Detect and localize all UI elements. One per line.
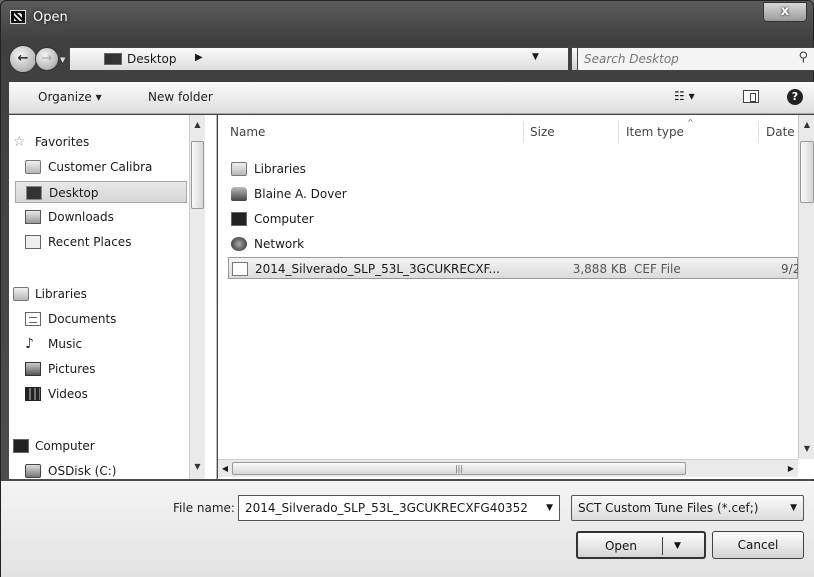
scroll-up-icon[interactable]: ▲ <box>190 117 205 133</box>
split-divider <box>662 537 663 555</box>
change-view-icon[interactable]: ☷ ▾ <box>674 89 695 103</box>
file-name-input[interactable]: 2014_Silverado_SLP_53L_3GCUKRECXFG40352 … <box>238 495 560 521</box>
videos-icon <box>25 387 41 401</box>
search-input[interactable] <box>584 51 784 67</box>
app-icon <box>10 10 26 24</box>
column-divider[interactable] <box>618 121 619 143</box>
network-icon <box>231 237 247 251</box>
list-item[interactable]: Computer <box>228 208 798 230</box>
sidebar-item-videos[interactable]: Videos <box>9 383 199 405</box>
disk-icon <box>25 464 41 478</box>
address-dropdown-icon[interactable]: ▼ <box>532 52 539 62</box>
documents-icon <box>25 312 41 326</box>
help-icon[interactable]: ? <box>787 89 803 105</box>
sidebar-item-libraries[interactable]: Libraries <box>9 283 199 305</box>
sidebar-item-documents[interactable]: Documents <box>9 308 199 330</box>
column-header-size[interactable]: Size <box>530 125 555 139</box>
sidebar-item-music[interactable]: ♪ Music <box>9 333 199 355</box>
address-bar[interactable]: Desktop ▶ ▼ <box>69 47 569 71</box>
search-icon[interactable]: ⚲ <box>798 50 808 65</box>
column-divider[interactable] <box>758 121 759 143</box>
recent-places-icon <box>25 235 41 249</box>
file-list-vscrollbar[interactable]: ▲ ▼ <box>798 115 814 459</box>
star-icon: ☆ <box>13 134 26 150</box>
sidebar-item-osdisk[interactable]: OSDisk (C:) <box>9 460 199 482</box>
sidebar-item-computer[interactable]: Computer <box>9 435 199 457</box>
libraries-icon <box>13 287 29 301</box>
list-item[interactable]: Network <box>228 233 798 255</box>
computer-icon <box>13 439 29 453</box>
navigation-pane: ☆ Favorites Customer Calibra Desktop Dow… <box>9 115 217 479</box>
title-bar[interactable]: Open x <box>1 1 814 35</box>
file-type-filter-value[interactable]: SCT Custom Tune Files (*.cef;) <box>578 501 758 515</box>
recent-locations-dropdown[interactable]: ▼ <box>60 56 65 64</box>
scroll-down-icon[interactable]: ▼ <box>799 441 814 457</box>
open-options-dropdown-icon[interactable]: ▼ <box>674 533 681 559</box>
music-icon: ♪ <box>25 336 34 352</box>
back-button[interactable]: ← <box>9 45 37 73</box>
breadcrumb-chevron-icon[interactable]: ▶ <box>195 52 203 63</box>
sidebar-item-downloads[interactable]: Downloads <box>9 206 199 228</box>
pictures-icon <box>25 362 41 376</box>
sort-ascending-icon: ^ <box>687 118 694 127</box>
computer-icon <box>231 212 247 226</box>
organize-button[interactable]: Organize ▾ <box>38 90 102 104</box>
file-type-filter-select[interactable]: SCT Custom Tune Files (*.cef;) ▼ <box>571 495 804 521</box>
sidebar-item-desktop[interactable]: Desktop <box>15 181 187 203</box>
open-button-label[interactable]: Open <box>590 533 652 559</box>
column-header-item-type[interactable]: Item type <box>626 125 684 139</box>
close-button[interactable]: x <box>763 2 807 22</box>
desktop-icon <box>26 186 42 200</box>
new-folder-button[interactable]: New folder <box>148 90 213 104</box>
breadcrumb-desktop[interactable]: Desktop <box>127 52 177 66</box>
file-icon <box>232 262 248 276</box>
list-item[interactable]: Libraries <box>228 158 798 180</box>
sidebar-item-pictures[interactable]: Pictures <box>9 358 199 380</box>
libraries-icon <box>231 162 247 176</box>
sidebar-scrollbar[interactable]: ▲ ▼ <box>189 115 205 479</box>
sidebar-item-recent-places[interactable]: Recent Places <box>9 231 199 253</box>
cancel-button[interactable]: Cancel <box>712 531 804 559</box>
window-title: Open <box>33 10 68 25</box>
user-icon <box>231 187 247 201</box>
forward-button[interactable]: → <box>35 47 59 71</box>
scroll-down-icon[interactable]: ▼ <box>190 459 205 475</box>
file-list-hscrollbar[interactable]: ◀ ||| ▶ <box>218 459 798 477</box>
sidebar-item-favorites[interactable]: ☆ Favorites <box>9 131 199 153</box>
sidebar-item-customer-calibra[interactable]: Customer Calibra <box>9 156 199 178</box>
scroll-left-icon[interactable]: ◀ <box>218 460 232 478</box>
downloads-icon <box>25 210 41 224</box>
horizontal-scroll-thumb[interactable]: ||| <box>232 462 686 475</box>
preview-pane-icon[interactable] <box>743 90 759 103</box>
desktop-icon <box>104 53 122 65</box>
column-header-name[interactable]: Name <box>230 125 265 139</box>
open-dialog: Open x ← → ▼ Desktop ▶ ▼ ↻ ⚲ Organize ▾ … <box>0 0 814 577</box>
list-item-selected-file[interactable]: 2014_Silverado_SLP_53L_3GCUKRECXF... 3,8… <box>228 257 808 279</box>
folder-icon <box>25 160 41 174</box>
file-name-value[interactable]: 2014_Silverado_SLP_53L_3GCUKRECXFG40352 <box>245 501 528 515</box>
chevron-down-icon[interactable]: ▼ <box>546 503 553 513</box>
navigation-bar: ← → ▼ Desktop ▶ ▼ ↻ ⚲ <box>1 39 814 79</box>
column-divider[interactable] <box>523 121 524 143</box>
chevron-down-icon[interactable]: ▼ <box>790 503 797 513</box>
list-item[interactable]: Blaine A. Dover <box>228 183 798 205</box>
file-list: Name Size ^ Item type Date Libraries Bla… <box>218 115 814 479</box>
file-list-scroll-thumb[interactable] <box>800 141 814 203</box>
open-button[interactable]: Open ▼ <box>576 531 706 559</box>
search-box[interactable]: ⚲ <box>577 47 814 71</box>
scroll-right-icon[interactable]: ▶ <box>784 460 798 478</box>
command-toolbar: Organize ▾ New folder ☷ ▾ ? <box>9 82 814 114</box>
file-name-label: File name: <box>173 501 235 515</box>
sidebar-scroll-thumb[interactable] <box>191 141 204 209</box>
dialog-footer: File name: 2014_Silverado_SLP_53L_3GCUKR… <box>1 481 814 577</box>
scroll-up-icon[interactable]: ▲ <box>799 117 814 133</box>
column-header-date[interactable]: Date <box>766 125 795 139</box>
